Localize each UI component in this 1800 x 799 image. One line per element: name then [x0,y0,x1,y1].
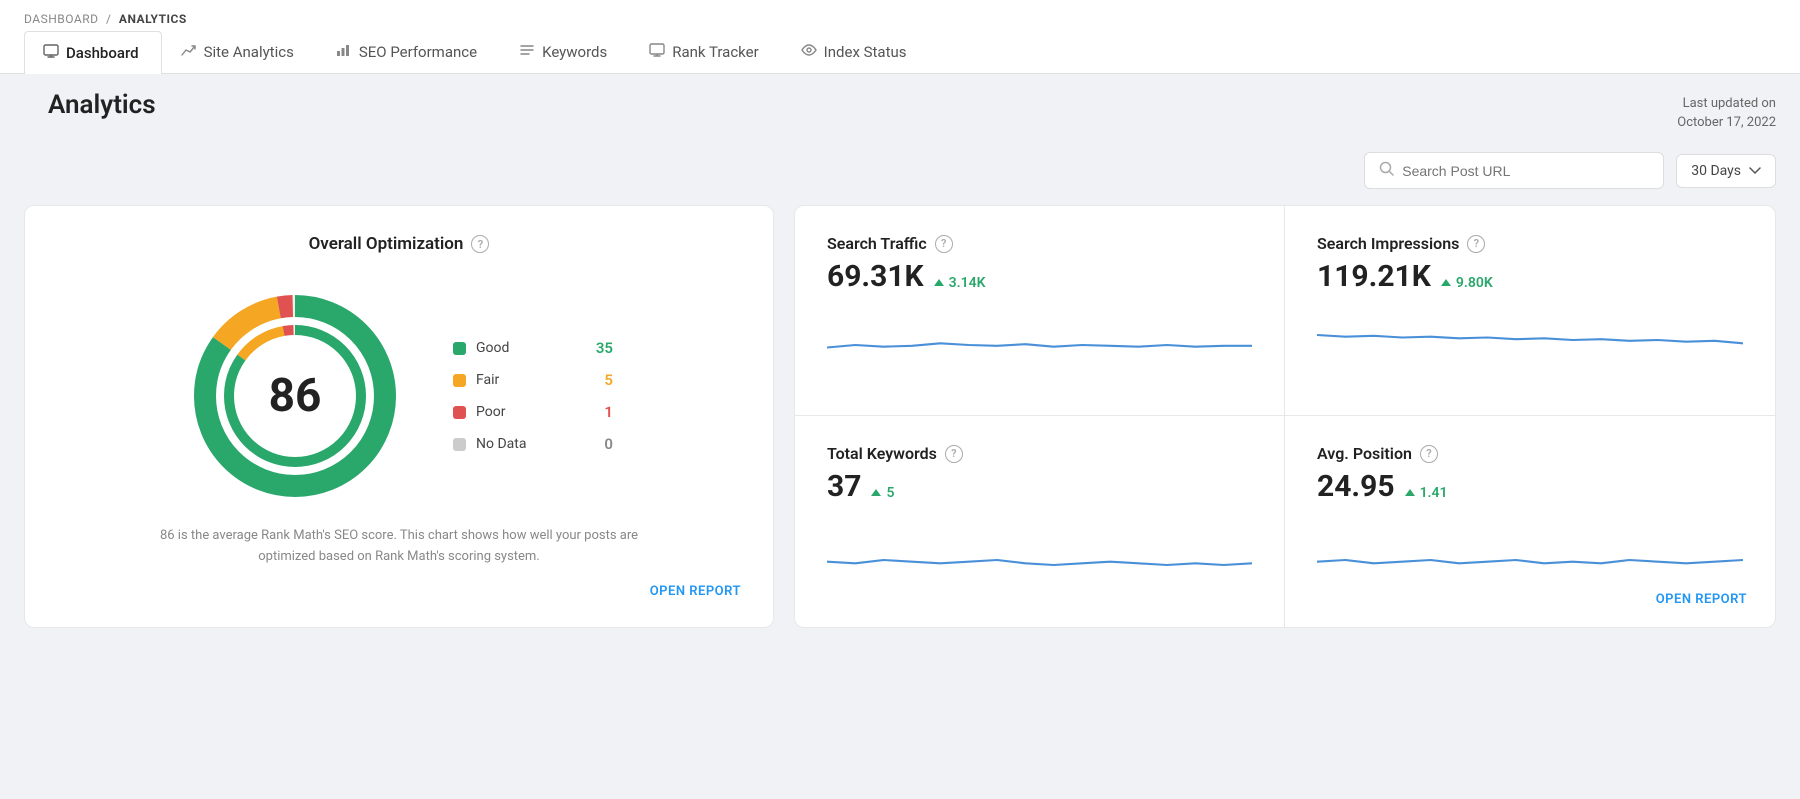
list-icon [519,43,535,61]
sparkline-search-traffic [827,310,1252,387]
legend-left: Poor [453,404,505,420]
optimization-title: Overall Optimization ? [309,234,490,254]
tab-seo-performance[interactable]: SEO Performance [317,30,500,73]
metric-delta-total-keywords: 5 [871,485,894,501]
legend-item-fair: Fair 5 [453,371,613,389]
breadcrumb: DASHBOARD / ANALYTICS [24,0,1776,26]
legend: Good 35 Fair 5 Poor 1 No Data 0 [453,339,613,453]
breadcrumb-sep: / [106,12,111,26]
last-updated: Last updated on October 17, 2022 [1677,94,1776,133]
legend-item-poor: Poor 1 [453,403,613,421]
metric-value-search-traffic: 69.31K [827,259,924,294]
help-icon-search-impressions[interactable]: ? [1467,235,1485,253]
legend-label: Good [476,340,509,356]
monitor-icon [43,44,59,62]
sparkline-search-impressions [1317,310,1743,387]
legend-label: Poor [476,404,505,420]
metric-value-row-total-keywords: 37 5 [827,469,1252,504]
donut-center-score: 86 [269,369,322,423]
days-label: 30 Days [1691,163,1741,179]
delta-arrow-avg-position [1405,489,1415,496]
tab-label: Keywords [542,43,607,61]
metrics-open-report[interactable]: OPEN REPORT [1656,592,1747,607]
sparkline-avg-position [1317,520,1743,598]
legend-dot [453,374,466,387]
tab-label: Site Analytics [204,43,294,61]
chevron-down-icon [1749,163,1761,179]
help-icon[interactable]: ? [471,235,489,253]
delta-arrow-total-keywords [871,489,881,496]
search-input[interactable] [1402,163,1649,179]
metrics-card: Search Traffic ? 69.31K 3.14K Search Imp… [794,205,1776,628]
breadcrumb-analytics: ANALYTICS [119,12,187,26]
delta-arrow-search-impressions [1441,279,1451,286]
metric-value-row-search-traffic: 69.31K 3.14K [827,259,1252,294]
legend-item-no-data: No Data 0 [453,435,613,453]
legend-count: 35 [596,339,613,357]
breadcrumb-dashboard: DASHBOARD [24,12,98,26]
legend-count: 5 [604,371,613,389]
chart-line-icon [181,43,197,61]
metric-value-search-impressions: 119.21K [1317,259,1431,294]
metric-delta-search-impressions: 9.80K [1441,275,1493,291]
legend-left: Good [453,340,509,356]
page-title-row: Analytics Last updated on October 17, 20… [0,74,1800,152]
metric-delta-avg-position: 1.41 [1405,485,1448,501]
metric-label-total-keywords: Total Keywords ? [827,444,1252,463]
tab-label: SEO Performance [359,43,477,61]
tab-dashboard[interactable]: Dashboard [24,31,162,74]
legend-left: No Data [453,436,526,452]
metric-value-avg-position: 24.95 [1317,469,1395,504]
tab-site-analytics[interactable]: Site Analytics [162,30,317,73]
help-icon-search-traffic[interactable]: ? [935,235,953,253]
metric-label-avg-position: Avg. Position ? [1317,444,1743,463]
top-bar: DASHBOARD / ANALYTICS Dashboard Site Ana… [0,0,1800,74]
controls-row: 30 Days [0,152,1800,205]
chart-legend-row: 86 Good 35 Fair 5 Poor 1 No Data 0 [57,286,741,506]
metric-delta-search-traffic: 3.14K [934,275,986,291]
metric-cell-search-traffic: Search Traffic ? 69.31K 3.14K [795,206,1285,416]
metric-cell-search-impressions: Search Impressions ? 119.21K 9.80K [1285,206,1775,416]
sparkline-total-keywords [827,520,1252,598]
legend-item-good: Good 35 [453,339,613,357]
help-icon-avg-position[interactable]: ? [1420,445,1438,463]
legend-dot [453,438,466,451]
days-dropdown[interactable]: 30 Days [1676,154,1776,188]
header-meta: Last updated on October 17, 2022 [1677,94,1776,133]
tab-label: Dashboard [66,44,139,62]
donut-wrapper: 86 [185,286,405,506]
metric-value-row-search-impressions: 119.21K 9.80K [1317,259,1743,294]
metric-label-search-impressions: Search Impressions ? [1317,234,1743,253]
search-icon [1379,161,1394,180]
legend-dot [453,406,466,419]
tab-rank-tracker[interactable]: Rank Tracker [630,30,781,73]
optimization-card: Overall Optimization ? [24,205,774,628]
tab-keywords[interactable]: Keywords [500,30,630,73]
tab-label: Index Status [824,43,907,61]
open-report-link[interactable]: OPEN REPORT [650,584,741,599]
legend-left: Fair [453,372,499,388]
tabs-row: Dashboard Site Analytics SEO Performance… [24,30,1776,73]
signal-icon [336,43,352,61]
page-title: Analytics [24,90,180,136]
tab-label: Rank Tracker [672,43,758,61]
metric-value-row-avg-position: 24.95 1.41 [1317,469,1743,504]
optimization-description: 86 is the average Rank Math's SEO score.… [149,526,649,568]
main-content: Overall Optimization ? [0,205,1800,652]
legend-label: Fair [476,372,499,388]
search-box [1364,152,1664,189]
legend-dot [453,342,466,355]
eye-icon [801,43,817,61]
legend-count: 0 [604,435,613,453]
legend-count: 1 [604,403,613,421]
help-icon-total-keywords[interactable]: ? [945,445,963,463]
metric-value-total-keywords: 37 [827,469,861,504]
delta-arrow-search-traffic [934,279,944,286]
metric-label-search-traffic: Search Traffic ? [827,234,1252,253]
legend-label: No Data [476,436,526,452]
tab-index-status[interactable]: Index Status [782,30,930,73]
metric-cell-total-keywords: Total Keywords ? 37 5 [795,416,1285,626]
desktop-icon [649,43,665,61]
